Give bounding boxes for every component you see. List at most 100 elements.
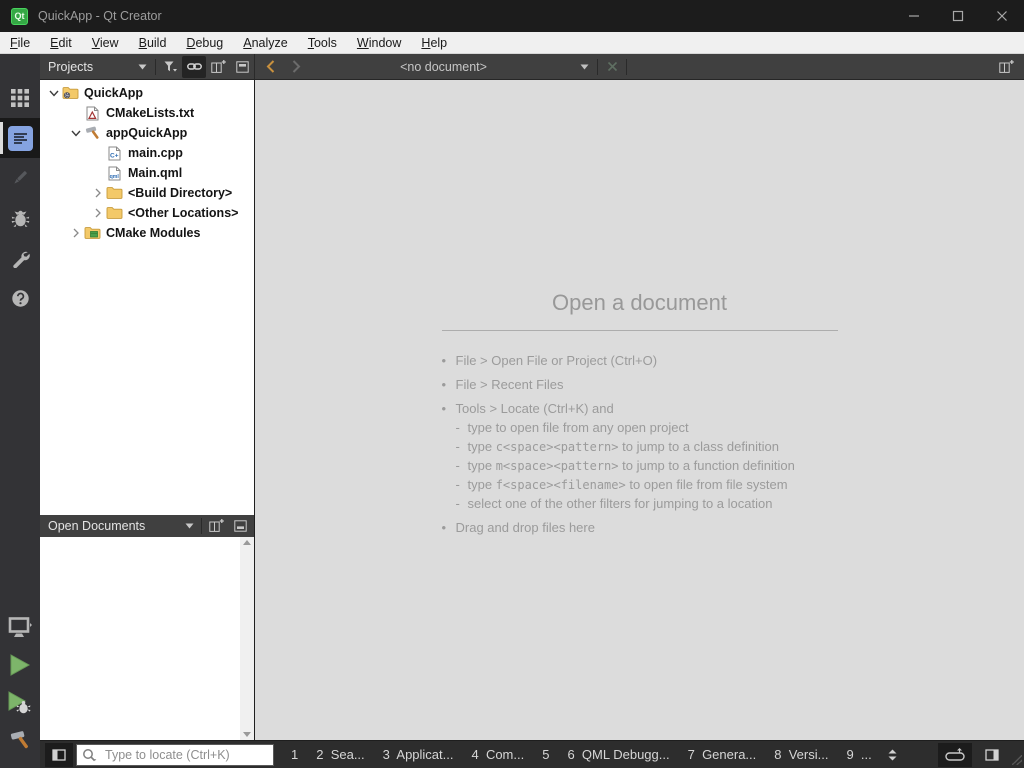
locator-input[interactable] [76, 744, 274, 766]
tree-item-other-locations[interactable]: <Other Locations> [40, 203, 254, 223]
vertical-scrollbar[interactable] [240, 537, 254, 740]
open-documents-empty-area[interactable] [40, 537, 240, 740]
projects-panel-toolbar: Projects [40, 54, 255, 79]
tree-item-label: QuickApp [84, 86, 143, 100]
build-button[interactable] [0, 722, 40, 760]
tree-item-label: main.cpp [128, 146, 183, 160]
split-panel-button[interactable] [206, 56, 230, 78]
scroll-up-icon[interactable] [243, 540, 251, 545]
expander-open-icon[interactable] [46, 90, 62, 97]
minimize-icon [908, 10, 920, 22]
sync-with-editor-button[interactable] [182, 56, 206, 78]
minimize-button[interactable] [892, 0, 936, 32]
projects-panel-selector[interactable]: Projects [40, 60, 153, 74]
toggle-right-sidebar-button[interactable] [978, 743, 1006, 767]
document-selector[interactable]: <no document> [307, 60, 595, 74]
tree-item-label: Main.qml [128, 166, 182, 180]
menu-debug[interactable]: Debug [176, 34, 233, 52]
mode-welcome[interactable] [0, 78, 40, 118]
debug-run-button[interactable] [0, 684, 40, 722]
title-divider [442, 330, 838, 331]
menu-file[interactable]: File [0, 34, 40, 52]
hint-locate-class: type c<space><pattern> to jump to a clas… [442, 439, 838, 454]
svg-text:qml: qml [110, 174, 120, 180]
projects-wrench-icon [11, 249, 30, 268]
toolbar-separator [597, 59, 598, 75]
tree-item-build-directory[interactable]: <Build Directory> [40, 183, 254, 203]
close-panel-button[interactable] [228, 515, 252, 537]
window-resize-grip[interactable] [1010, 743, 1024, 767]
menu-view[interactable]: View [82, 34, 129, 52]
maximize-button[interactable] [936, 0, 980, 32]
menu-build[interactable]: Build [129, 34, 177, 52]
close-document-icon [607, 61, 618, 72]
collapse-panel-icon [234, 520, 247, 532]
maximize-icon [952, 10, 964, 22]
go-forward-button[interactable] [285, 56, 307, 78]
output-pane-3-application[interactable]: 3 Applicat... [374, 747, 463, 762]
hint-locate-open: type to open file from any open project [442, 420, 838, 435]
filter-button[interactable] [158, 56, 182, 78]
tree-item-main-cpp[interactable]: C+ main.cpp [40, 143, 254, 163]
folder-icon [106, 206, 123, 221]
chevron-down-icon[interactable] [185, 523, 194, 529]
editor-area[interactable]: Open a document File > Open File or Proj… [255, 80, 1024, 740]
tree-item-label: <Other Locations> [128, 206, 238, 220]
build-progress-button[interactable] [938, 743, 972, 767]
close-icon [996, 10, 1008, 22]
expander-closed-icon[interactable] [90, 208, 106, 218]
collapse-panel-icon [236, 61, 249, 73]
close-panel-button[interactable] [230, 56, 254, 78]
toggle-left-sidebar-button[interactable] [45, 743, 73, 767]
tree-item-cmakelists[interactable]: CMakeLists.txt [40, 103, 254, 123]
split-editor-button[interactable] [994, 56, 1018, 78]
close-document-button[interactable] [600, 56, 624, 78]
menu-tools[interactable]: Tools [298, 34, 347, 52]
menu-window[interactable]: Window [347, 34, 411, 52]
tree-item-main-qml[interactable]: qml Main.qml [40, 163, 254, 183]
tree-item-quickapp[interactable]: QuickApp [40, 83, 254, 103]
run-play-icon [9, 653, 31, 677]
open-document-placeholder: Open a document File > Open File or Proj… [442, 290, 838, 535]
search-icon [82, 748, 98, 763]
close-button[interactable] [980, 0, 1024, 32]
output-pane-2-search[interactable]: 2 Sea... [307, 747, 373, 762]
output-pane-6-qml-debugger[interactable]: 6 QML Debugg... [558, 747, 678, 762]
go-back-button[interactable] [259, 56, 281, 78]
menu-help[interactable]: Help [411, 34, 457, 52]
mode-design[interactable] [0, 158, 40, 198]
cmake-modules-folder-icon [84, 226, 101, 241]
menu-analyze[interactable]: Analyze [233, 34, 297, 52]
toolbar-separator [155, 59, 156, 75]
kit-selector-button[interactable] [0, 608, 40, 646]
placeholder-title: Open a document [442, 290, 838, 316]
menu-edit[interactable]: Edit [40, 34, 82, 52]
split-panel-button[interactable] [204, 515, 228, 537]
build-hammer-icon [9, 730, 31, 752]
tree-item-label: <Build Directory> [128, 186, 232, 200]
output-pane-1-issues[interactable]: 1 [282, 747, 307, 762]
expander-closed-icon[interactable] [90, 188, 106, 198]
output-pane-5[interactable]: 5 [533, 747, 558, 762]
output-pane-9-more[interactable]: 9 ... [837, 747, 880, 762]
kit-monitor-icon [8, 617, 32, 638]
mode-debug[interactable] [0, 198, 40, 238]
tree-item-appquickapp[interactable]: appQuickApp [40, 123, 254, 143]
build-target-hammer-icon [84, 126, 101, 141]
expander-closed-icon[interactable] [68, 228, 84, 238]
mode-help[interactable] [0, 278, 40, 318]
output-pane-7-general[interactable]: 7 Genera... [679, 747, 766, 762]
output-pane-manager-button[interactable] [881, 744, 905, 766]
output-pane-8-version-control[interactable]: 8 Versi... [765, 747, 837, 762]
qml-file-icon: qml [106, 166, 123, 181]
output-pane-buttons: 1 2 Sea... 3 Applicat... 4 Com... 5 6 QM… [282, 744, 933, 766]
mode-projects[interactable] [0, 238, 40, 278]
locator-file-pattern: f<space><filename> [496, 478, 626, 492]
output-pane-4-compile[interactable]: 4 Com... [462, 747, 533, 762]
cpp-file-icon: C+ [106, 146, 123, 161]
mode-edit[interactable] [0, 118, 40, 158]
run-button[interactable] [0, 646, 40, 684]
tree-item-cmake-modules[interactable]: CMake Modules [40, 223, 254, 243]
scroll-down-icon[interactable] [243, 732, 251, 737]
expander-open-icon[interactable] [68, 130, 84, 137]
